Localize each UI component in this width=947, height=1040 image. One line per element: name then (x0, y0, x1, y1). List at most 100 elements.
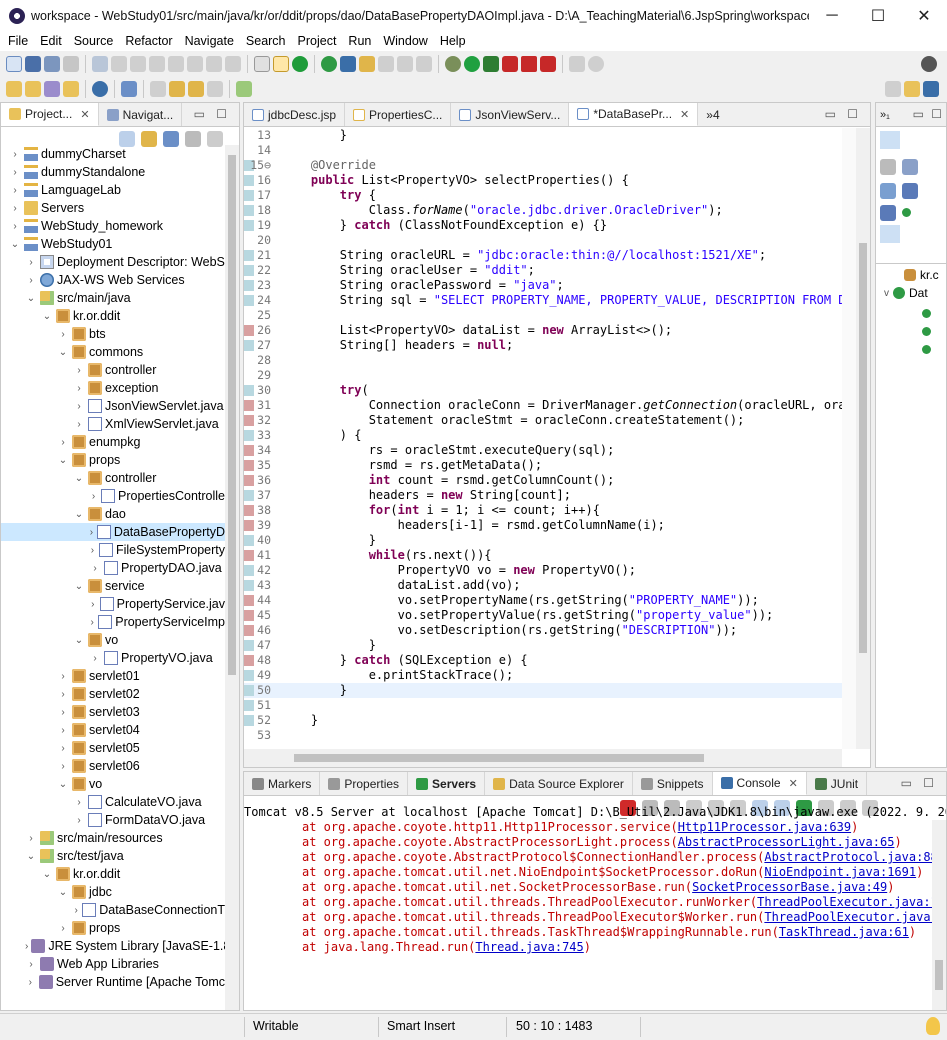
collapsed-chevron-icon[interactable]: › (57, 689, 69, 700)
quick-access-icon[interactable] (921, 55, 937, 72)
tree-item[interactable]: ⌄ kr.or.ddit (1, 307, 225, 325)
expanded-chevron-icon[interactable]: ⌄ (9, 239, 21, 250)
more-tabs-button[interactable]: »4 (698, 103, 727, 126)
pilcrow-icon[interactable] (416, 55, 432, 72)
open-folder-icon[interactable] (6, 80, 22, 97)
settings-icon[interactable] (569, 55, 585, 72)
tree-item[interactable]: ⌄ kr.or.ddit (1, 865, 225, 883)
minimize-editor-icon[interactable]: ▭ (825, 107, 836, 121)
menu-help[interactable]: Help (434, 34, 472, 48)
step-into-icon[interactable] (187, 55, 203, 72)
source-link[interactable]: NioEndpoint.java:1691 (764, 865, 916, 879)
tree-item[interactable]: › src/main/resources (1, 829, 225, 847)
tree-item[interactable]: › Deployment Descriptor: WebS (1, 253, 225, 271)
globe-icon[interactable] (92, 80, 108, 97)
stop-icon[interactable] (521, 55, 537, 72)
save-icon[interactable] (25, 55, 41, 72)
scrollbar-thumb[interactable] (935, 960, 943, 990)
editor-tab[interactable]: *DataBasePr... ✕ (569, 103, 699, 126)
source-link[interactable]: Http11Processor.java:639 (678, 820, 851, 834)
tree-item[interactable]: › props (1, 919, 225, 937)
search-icon[interactable] (359, 55, 375, 72)
word-wrap-icon[interactable] (254, 55, 270, 72)
resume-icon[interactable] (111, 55, 127, 72)
minimize-button[interactable]: ─ (809, 0, 855, 31)
tree-item[interactable]: › FormDataVO.java (1, 811, 225, 829)
tree-item[interactable]: ⌄ vo (1, 631, 225, 649)
tree-item[interactable]: › XmlViewServlet.java (1, 415, 225, 433)
collapsed-chevron-icon[interactable]: › (57, 725, 69, 736)
collapsed-chevron-icon[interactable]: › (89, 527, 94, 538)
tab-snippets[interactable]: Snippets (633, 772, 713, 795)
perspective-open-icon[interactable] (885, 80, 901, 97)
collapsed-chevron-icon[interactable]: › (73, 905, 79, 916)
sort-az-icon[interactable] (880, 131, 900, 149)
source-link[interactable]: AbstractProcessorLight.java:65 (678, 835, 895, 849)
method-icon[interactable] (922, 309, 931, 318)
tree-item[interactable]: › servlet05 (1, 739, 225, 757)
tab-junit[interactable]: JUnit (807, 772, 868, 795)
tree-item[interactable]: › dummyStandalone (1, 163, 225, 181)
hide-fields-icon[interactable] (902, 183, 918, 199)
tree-item[interactable]: ⌄ src/test/java (1, 847, 225, 865)
collapsed-chevron-icon[interactable]: › (25, 941, 28, 952)
collapsed-chevron-icon[interactable]: › (73, 365, 85, 376)
collapsed-chevron-icon[interactable]: › (57, 707, 69, 718)
collapsed-chevron-icon[interactable]: › (25, 257, 37, 268)
tab-outline[interactable]: »₁ (876, 103, 894, 126)
collapsed-chevron-icon[interactable]: › (89, 491, 98, 502)
collapsed-chevron-icon[interactable]: › (73, 797, 85, 808)
sort-icon[interactable] (880, 183, 896, 199)
outline-item-package[interactable]: kr.c (904, 268, 939, 282)
close-button[interactable]: ✕ (901, 0, 947, 31)
expanded-chevron-icon[interactable]: ⌄ (41, 869, 53, 880)
tree-item[interactable]: ⌄ src/main/java (1, 289, 225, 307)
scrollbar-thumb[interactable] (228, 155, 236, 675)
tree-item[interactable]: › Server Runtime [Apache Tomc (1, 973, 225, 991)
editor-tab[interactable]: jdbcDesc.jsp (244, 103, 346, 126)
tree-item[interactable]: › exception (1, 379, 225, 397)
source-link[interactable]: AbstractProtocol.java:882 (764, 850, 932, 864)
tree-item[interactable]: › servlet03 (1, 703, 225, 721)
collapsed-chevron-icon[interactable]: › (25, 977, 36, 988)
tab-project-explorer[interactable]: Project... ✕ (1, 103, 99, 126)
run-icon[interactable] (464, 55, 480, 72)
step-return-icon[interactable] (225, 55, 241, 72)
minimize-view-icon[interactable]: ▭ (194, 107, 205, 121)
close-icon[interactable]: ✕ (789, 777, 798, 790)
console-scrollbar[interactable] (932, 820, 946, 1010)
new-window-icon[interactable] (236, 80, 252, 97)
collapsed-chevron-icon[interactable]: › (25, 833, 37, 844)
tree-item[interactable]: › bts (1, 325, 225, 343)
tree-item[interactable]: ⌄ commons (1, 343, 225, 361)
tree-item[interactable]: ⌄ controller (1, 469, 225, 487)
tree-item[interactable]: › Servers (1, 199, 225, 217)
menu-file[interactable]: File (2, 34, 34, 48)
java-ee-icon[interactable] (588, 55, 604, 72)
collapsed-chevron-icon[interactable]: › (73, 815, 85, 826)
scrollbar-thumb[interactable] (859, 243, 867, 653)
maximize-outline-icon[interactable]: ☐ (931, 107, 942, 121)
tree-item[interactable]: › dummyCharset (1, 145, 225, 163)
refresh-icon[interactable] (321, 55, 337, 72)
minimize-console-icon[interactable]: ▭ (901, 776, 912, 790)
wizard-icon[interactable] (44, 80, 60, 97)
source-link[interactable]: TaskThread.java:61 (779, 925, 909, 939)
tree-item[interactable]: › controller (1, 361, 225, 379)
code-editor[interactable]: 13 } 14 15⊖ @Override 16 public List<Proper… (244, 128, 870, 749)
tree-item[interactable]: › Web App Libraries (1, 955, 225, 973)
collapsed-chevron-icon[interactable]: › (73, 419, 85, 430)
expanded-chevron-icon[interactable]: ⌄ (57, 779, 69, 790)
terminate-icon[interactable] (149, 55, 165, 72)
run-server-icon[interactable] (292, 55, 308, 72)
tree-item[interactable]: › JsonViewServlet.java (1, 397, 225, 415)
editor-horizontal-scrollbar[interactable] (244, 749, 842, 767)
menu-navigate[interactable]: Navigate (179, 34, 240, 48)
show-whitespace-icon[interactable] (273, 55, 289, 72)
overview-ruler[interactable] (842, 128, 856, 749)
method-icon[interactable] (922, 345, 931, 354)
back-icon[interactable] (188, 80, 204, 97)
collapsed-chevron-icon[interactable]: › (89, 653, 101, 664)
maximize-console-icon[interactable]: ☐ (923, 776, 934, 790)
link-editor-icon[interactable] (880, 225, 900, 243)
